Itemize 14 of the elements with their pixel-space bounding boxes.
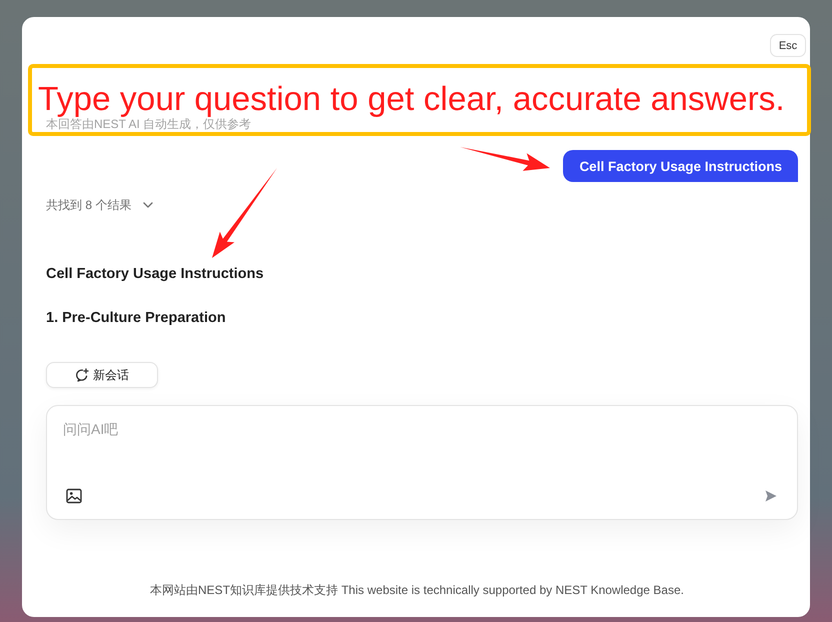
results-toggle[interactable]: 共找到 8 个结果 <box>46 195 154 215</box>
send-button[interactable] <box>765 490 777 502</box>
disclaimer-text: 本回答由NEST AI 自动生成，仅供参考 <box>46 118 252 131</box>
message-input-field[interactable]: 问问AI吧 <box>63 418 363 440</box>
send-icon <box>765 490 777 502</box>
user-message-bubble: Cell Factory Usage Instructions <box>563 150 798 182</box>
section-heading: 1. Pre-Culture Preparation <box>46 309 227 328</box>
footer-text: 本网站由NEST知识库提供技术支持 This website is technically supported by NEST Knowledge Base. <box>149 582 685 598</box>
image-icon <box>66 488 82 504</box>
answer-heading: Cell Factory Usage Instructions <box>46 265 265 284</box>
esc-button[interactable]: Esc <box>770 34 806 57</box>
image-upload-button[interactable] <box>66 488 82 504</box>
new-chat-button[interactable]: 新会话 <box>46 362 158 388</box>
chat-plus-icon <box>75 368 89 382</box>
